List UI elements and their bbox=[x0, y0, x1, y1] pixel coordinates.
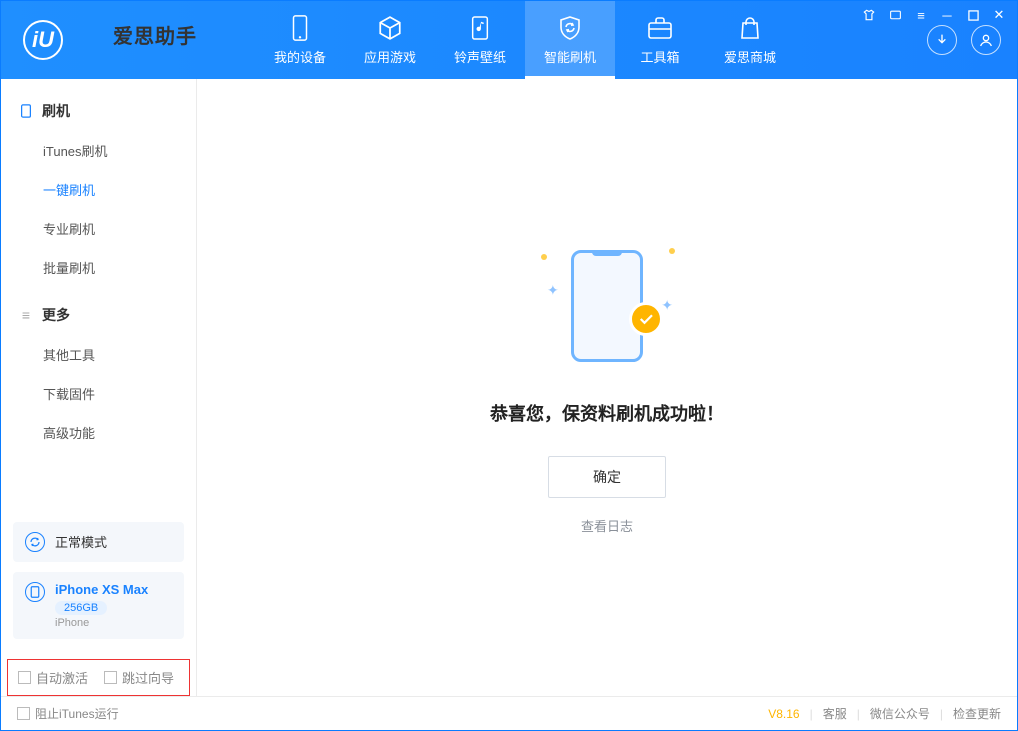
checkbox-icon bbox=[18, 671, 31, 684]
logo-mark: iU bbox=[23, 20, 63, 60]
music-icon bbox=[467, 15, 493, 41]
nav-label: 爱思商城 bbox=[724, 47, 776, 66]
refresh-icon bbox=[25, 532, 45, 552]
nav-label: 铃声壁纸 bbox=[454, 47, 506, 66]
close-icon[interactable]: ✕ bbox=[991, 7, 1007, 23]
logo-text: 爱思助手 www.i4.cn bbox=[73, 0, 237, 101]
nav-label: 我的设备 bbox=[274, 47, 326, 66]
sidebar-group-flash: 刷机 iTunes刷机 一键刷机 专业刷机 批量刷机 bbox=[1, 91, 196, 287]
nav-toolbox[interactable]: 工具箱 bbox=[615, 1, 705, 79]
sidebar-content: 刷机 iTunes刷机 一键刷机 专业刷机 批量刷机 ≡ 更多 其他工具 下载固… bbox=[1, 79, 196, 510]
sidebar-devices: 正常模式 iPhone XS Max 256GB iPhone bbox=[1, 510, 196, 651]
nav-my-device[interactable]: 我的设备 bbox=[255, 1, 345, 79]
checkbox-label: 跳过向导 bbox=[122, 668, 174, 687]
body: 刷机 iTunes刷机 一键刷机 专业刷机 批量刷机 ≡ 更多 其他工具 下载固… bbox=[1, 79, 1017, 696]
mode-label: 正常模式 bbox=[55, 532, 107, 551]
maximize-icon[interactable] bbox=[965, 7, 981, 23]
device-icon bbox=[287, 15, 313, 41]
sidebar-title-more: ≡ 更多 bbox=[1, 295, 196, 335]
nav-ringtone[interactable]: 铃声壁纸 bbox=[435, 1, 525, 79]
sidebar-item-download-fw[interactable]: 下载固件 bbox=[1, 374, 196, 413]
nav-label: 工具箱 bbox=[640, 47, 679, 66]
sidebar-item-pro-flash[interactable]: 专业刷机 bbox=[1, 209, 196, 248]
ok-button[interactable]: 确定 bbox=[548, 456, 666, 498]
checkbox-icon bbox=[104, 671, 117, 684]
statusbar: 阻止iTunes运行 V8.16 | 客服 | 微信公众号 | 检查更新 bbox=[1, 696, 1017, 730]
nav-flash[interactable]: 智能刷机 bbox=[525, 1, 615, 79]
checkbox-skip-guide[interactable]: 跳过向导 bbox=[104, 668, 174, 687]
version-text: V8.16 bbox=[768, 707, 799, 721]
sidebar: 刷机 iTunes刷机 一键刷机 专业刷机 批量刷机 ≡ 更多 其他工具 下载固… bbox=[1, 79, 197, 696]
sidebar-item-advanced[interactable]: 高级功能 bbox=[1, 413, 196, 452]
status-left: 阻止iTunes运行 bbox=[17, 705, 119, 722]
link-wechat[interactable]: 微信公众号 bbox=[870, 705, 930, 722]
sidebar-item-itunes-flash[interactable]: iTunes刷机 bbox=[1, 131, 196, 170]
phone-outline-icon bbox=[19, 104, 33, 118]
highlight-options: 自动激活 跳过向导 bbox=[7, 659, 190, 696]
download-button[interactable] bbox=[927, 25, 957, 55]
sidebar-item-batch-flash[interactable]: 批量刷机 bbox=[1, 248, 196, 287]
view-log-link[interactable]: 查看日志 bbox=[581, 516, 633, 535]
cube-icon bbox=[377, 15, 403, 41]
checkbox-icon bbox=[17, 707, 30, 720]
window-controls: ≡ ─ ✕ bbox=[861, 7, 1007, 23]
logo[interactable]: iU 爱思助手 www.i4.cn bbox=[1, 1, 255, 79]
success-message: 恭喜您，保资料刷机成功啦！ bbox=[490, 400, 724, 426]
sidebar-item-other-tools[interactable]: 其他工具 bbox=[1, 335, 196, 374]
bag-icon bbox=[737, 15, 763, 41]
link-support[interactable]: 客服 bbox=[823, 705, 847, 722]
device-card[interactable]: iPhone XS Max 256GB iPhone bbox=[13, 572, 184, 639]
nav-label: 智能刷机 bbox=[544, 47, 596, 66]
checkbox-block-itunes[interactable]: 阻止iTunes运行 bbox=[17, 705, 119, 722]
nav-store[interactable]: 爱思商城 bbox=[705, 1, 795, 79]
phone-icon bbox=[25, 582, 45, 602]
main-content: ✦✦ 恭喜您，保资料刷机成功啦！ 确定 查看日志 bbox=[197, 79, 1017, 696]
shield-refresh-icon bbox=[557, 15, 583, 41]
header: ≡ ─ ✕ iU 爱思助手 www.i4.cn 我的设备 应用游戏 铃声壁 bbox=[1, 1, 1017, 79]
checkbox-label: 阻止iTunes运行 bbox=[35, 705, 119, 722]
sidebar-item-onekey-flash[interactable]: 一键刷机 bbox=[1, 170, 196, 209]
checkbox-label: 自动激活 bbox=[36, 668, 88, 687]
briefcase-icon bbox=[647, 15, 673, 41]
top-nav: 我的设备 应用游戏 铃声壁纸 智能刷机 工具箱 爱思商城 bbox=[255, 1, 795, 79]
phone-graphic bbox=[571, 250, 643, 362]
feedback-icon[interactable] bbox=[887, 7, 903, 23]
minimize-icon[interactable]: ─ bbox=[939, 7, 955, 23]
success-illustration: ✦✦ bbox=[537, 240, 677, 370]
check-badge-icon bbox=[629, 302, 663, 336]
mode-card[interactable]: 正常模式 bbox=[13, 522, 184, 562]
checkbox-auto-activate[interactable]: 自动激活 bbox=[18, 668, 88, 687]
user-button[interactable] bbox=[971, 25, 1001, 55]
link-update[interactable]: 检查更新 bbox=[953, 705, 1001, 722]
device-capacity: 256GB bbox=[55, 601, 107, 615]
nav-label: 应用游戏 bbox=[364, 47, 416, 66]
device-type: iPhone bbox=[55, 617, 148, 629]
nav-apps[interactable]: 应用游戏 bbox=[345, 1, 435, 79]
status-right: V8.16 | 客服 | 微信公众号 | 检查更新 bbox=[768, 705, 1001, 722]
shirt-icon[interactable] bbox=[861, 7, 877, 23]
sidebar-group-more: ≡ 更多 其他工具 下载固件 高级功能 bbox=[1, 295, 196, 452]
menu-icon[interactable]: ≡ bbox=[913, 7, 929, 23]
list-icon: ≡ bbox=[19, 308, 33, 322]
app-window: ≡ ─ ✕ iU 爱思助手 www.i4.cn 我的设备 应用游戏 铃声壁 bbox=[0, 0, 1018, 731]
device-name: iPhone XS Max bbox=[55, 582, 148, 597]
